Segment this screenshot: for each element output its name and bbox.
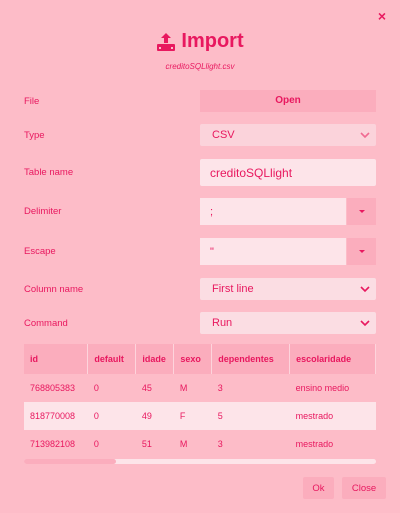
table-cell: 768805383 — [24, 374, 88, 402]
chevron-down-icon — [360, 132, 370, 139]
caret-down-icon — [358, 250, 365, 253]
column-name-row: Column name First line — [24, 278, 376, 300]
chevron-down-icon — [360, 320, 370, 327]
table-cell: F — [173, 402, 212, 430]
table-cell: 45 — [135, 374, 174, 402]
type-value: CSV — [212, 129, 235, 141]
table-cell: 51 — [135, 430, 174, 458]
table-cell: mestrado — [289, 402, 376, 430]
preview-table-container: id default idade sexo dependentes escola… — [24, 344, 376, 464]
table-cell: 0 — [87, 374, 136, 402]
column-header[interactable]: id — [24, 344, 89, 374]
preview-table: id default idade sexo dependentes escola… — [24, 344, 376, 458]
delimiter-combo: ; — [200, 198, 376, 225]
type-row: Type CSV — [24, 124, 376, 146]
type-select[interactable]: CSV — [200, 124, 376, 146]
escape-dropdown-button[interactable] — [347, 238, 376, 265]
column-header[interactable]: sexo — [173, 344, 213, 374]
open-button[interactable]: Open — [200, 90, 376, 112]
column-header[interactable]: dependentes — [211, 344, 291, 374]
close-icon[interactable]: × — [378, 9, 386, 23]
import-dialog: × Import creditoSQLlight.csv File Open T… — [0, 0, 400, 513]
table-cell: 0 — [87, 430, 136, 458]
column-name-label: Column name — [24, 283, 84, 295]
table-name-row: Table name creditoSQLlight — [24, 159, 376, 186]
column-header[interactable]: escolaridade — [289, 344, 376, 374]
table-row: 818770008 0 49 F 5 mestrado — [24, 402, 376, 430]
delimiter-label: Delimiter — [24, 206, 62, 217]
upload-icon — [157, 32, 176, 51]
table-row: 713982108 0 51 M 3 mestrado — [24, 430, 376, 458]
escape-input[interactable]: " — [200, 238, 346, 265]
delimiter-row: Delimiter ; — [24, 198, 376, 225]
table-cell: 5 — [211, 402, 290, 430]
dialog-title-text: Import — [181, 30, 244, 52]
table-name-input[interactable]: creditoSQLlight — [200, 159, 376, 186]
escape-label: Escape — [24, 246, 56, 257]
dialog-title: Import — [0, 30, 400, 53]
table-cell: 713982108 — [24, 430, 88, 458]
column-name-select[interactable]: First line — [200, 278, 376, 300]
table-name-label: Table name — [24, 167, 74, 178]
command-label: Command — [24, 317, 68, 329]
table-cell: 3 — [211, 430, 290, 458]
delimiter-input[interactable]: ; — [200, 198, 346, 225]
escape-combo: " — [200, 238, 376, 265]
type-label: Type — [24, 129, 45, 141]
table-cell: M — [173, 430, 212, 458]
command-select[interactable]: Run — [200, 312, 376, 334]
table-cell: mestrado — [289, 430, 376, 458]
filename-label: creditoSQLlight.csv — [165, 62, 235, 71]
ok-button[interactable]: Ok — [303, 477, 334, 499]
table-cell: ensino medio — [289, 374, 376, 402]
table-row: 768805383 0 45 M 3 ensino medio — [24, 374, 376, 402]
table-cell: 818770008 — [24, 402, 88, 430]
table-cell: 3 — [211, 374, 290, 402]
file-row: File Open — [24, 90, 376, 112]
table-cell: 0 — [87, 402, 136, 430]
command-row: Command Run — [24, 312, 376, 334]
chevron-down-icon — [360, 286, 370, 293]
scrollbar-thumb[interactable] — [24, 459, 116, 464]
delimiter-dropdown-button[interactable] — [347, 198, 376, 225]
close-button[interactable]: Close — [342, 477, 386, 499]
table-cell: 49 — [135, 402, 174, 430]
command-value: Run — [212, 317, 233, 329]
column-header[interactable]: idade — [135, 344, 175, 374]
table-cell: M — [173, 374, 212, 402]
column-name-value: First line — [212, 283, 254, 295]
table-header-row: id default idade sexo dependentes escola… — [24, 344, 376, 374]
horizontal-scrollbar[interactable] — [24, 459, 376, 464]
caret-down-icon — [358, 210, 365, 213]
column-header[interactable]: default — [87, 344, 137, 374]
escape-row: Escape " — [24, 238, 376, 265]
file-label: File — [24, 95, 40, 107]
